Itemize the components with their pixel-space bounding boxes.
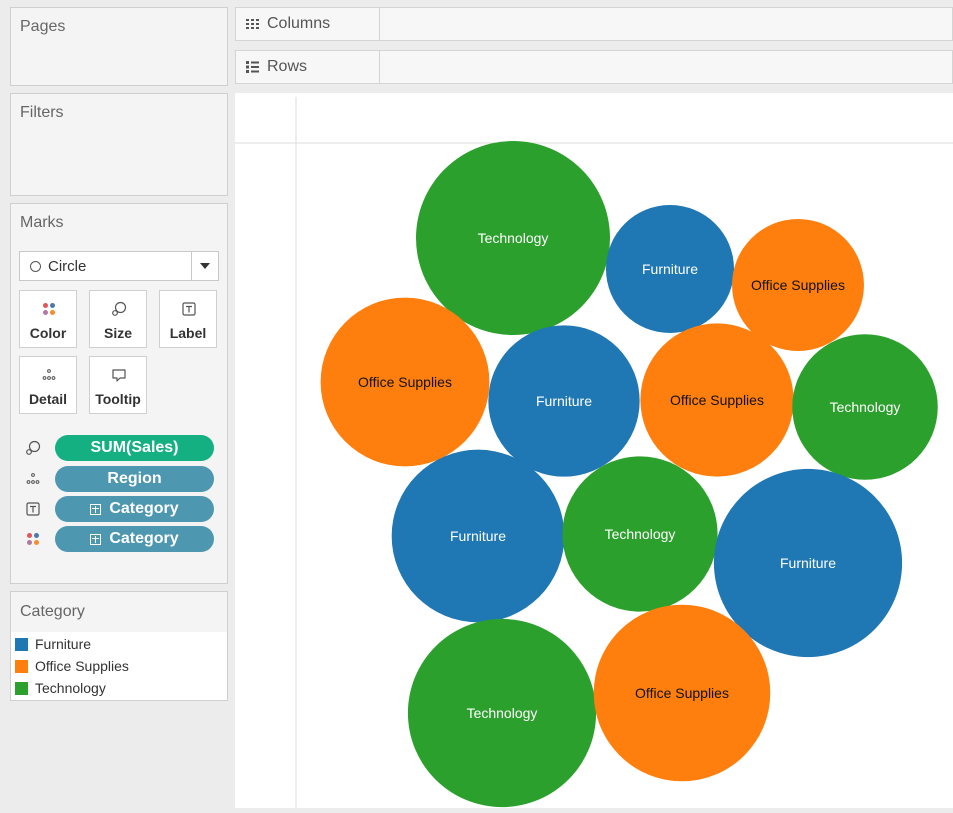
sum-sales-pill[interactable]: SUM(Sales) xyxy=(55,435,214,461)
pages-card[interactable]: Pages xyxy=(10,7,228,86)
legend-swatch xyxy=(15,637,28,651)
bubble-label: Technology xyxy=(830,399,901,415)
marks-title: Marks xyxy=(20,214,64,231)
bubble-label: Furniture xyxy=(450,528,506,544)
bubble-label: Technology xyxy=(478,230,549,246)
bubble-mark-office-supplies[interactable]: Office Supplies xyxy=(732,219,864,351)
pill-label: Category xyxy=(109,500,179,517)
packed-bubble-chart[interactable]: Technology Furniture Office Supplies Office… xyxy=(235,93,953,808)
tooltip-icon xyxy=(112,369,126,382)
bubble-label: Office Supplies xyxy=(635,685,729,701)
bubble-label: Office Supplies xyxy=(751,277,845,293)
legend-item-office-supplies[interactable]: Office Supplies xyxy=(15,658,129,674)
circle-mark-icon xyxy=(30,260,41,272)
detail-icon xyxy=(26,473,40,484)
size-label: Size xyxy=(103,325,132,341)
columns-shelf[interactable]: Columns xyxy=(235,7,953,41)
legend-swatch xyxy=(15,659,28,673)
size-icon xyxy=(112,301,127,316)
rows-label: Rows xyxy=(267,58,308,75)
pill-label: Category xyxy=(109,530,179,547)
pages-title: Pages xyxy=(20,18,66,35)
category-color-pill[interactable]: Category xyxy=(55,526,214,552)
legend-header: Category xyxy=(11,592,227,632)
category-label-pill[interactable]: Category xyxy=(55,496,214,522)
detail-pill-row: Region xyxy=(19,466,219,492)
tooltip-button[interactable]: Tooltip xyxy=(89,356,147,414)
color-pill-row: Category xyxy=(19,526,219,552)
filters-card[interactable]: Filters xyxy=(10,93,228,196)
bubble-label: Technology xyxy=(467,705,538,721)
bubble-mark-technology[interactable]: Technology xyxy=(407,618,597,808)
bubble-mark-office-supplies[interactable]: Office Supplies xyxy=(640,323,794,477)
bubble-label: Furniture xyxy=(642,261,698,277)
bubble-mark-technology[interactable]: Technology xyxy=(416,141,610,335)
color-label: Color xyxy=(29,325,67,341)
bubble-mark-technology[interactable]: Technology xyxy=(562,456,718,612)
size-icon xyxy=(26,440,41,455)
bubble-label: Furniture xyxy=(536,393,592,409)
bubble-label: Office Supplies xyxy=(358,374,452,390)
legend-item-furniture[interactable]: Furniture xyxy=(15,636,91,652)
detail-icon xyxy=(42,369,56,380)
bubble-label: Office Supplies xyxy=(670,392,764,408)
expand-icon[interactable] xyxy=(90,533,102,545)
detail-button[interactable]: Detail xyxy=(19,356,77,414)
label-label: Label xyxy=(169,325,207,341)
rows-icon xyxy=(246,61,259,73)
chevron-down-icon[interactable] xyxy=(191,252,218,280)
bubble-mark-furniture[interactable]: Furniture xyxy=(391,449,565,623)
rows-shelf[interactable]: Rows xyxy=(235,50,953,84)
bubble-mark-office-supplies[interactable]: Office Supplies xyxy=(320,297,490,467)
bubble-mark-furniture[interactable]: Furniture xyxy=(488,325,640,477)
legend-title: Category xyxy=(20,603,85,620)
filters-title: Filters xyxy=(20,104,64,121)
rows-shelf-label: Rows xyxy=(236,51,380,83)
detail-label: Detail xyxy=(28,391,68,407)
size-pill-row: SUM(Sales) xyxy=(19,435,219,461)
legend-label: Technology xyxy=(35,680,106,696)
label-pill-row: Category xyxy=(19,496,219,522)
legend-label: Furniture xyxy=(35,636,92,652)
category-legend[interactable]: Category Furniture Office Supplies Techn… xyxy=(10,591,228,701)
bubble-mark-furniture[interactable]: Furniture xyxy=(605,204,735,334)
label-button[interactable]: Label xyxy=(159,290,217,348)
text-label-icon xyxy=(26,502,40,516)
size-button[interactable]: Size xyxy=(89,290,147,348)
text-label-icon xyxy=(182,302,196,316)
columns-shelf-label: Columns xyxy=(236,8,380,40)
marks-card: Marks Circle Color Size Label Detail Too… xyxy=(10,203,228,584)
legend-item-technology[interactable]: Technology xyxy=(15,680,106,696)
columns-label: Columns xyxy=(267,15,331,32)
mark-type-dropdown[interactable]: Circle xyxy=(19,251,219,281)
legend-label: Office Supplies xyxy=(35,658,129,674)
region-pill[interactable]: Region xyxy=(55,466,214,492)
pill-label: SUM(Sales) xyxy=(90,439,179,456)
view-canvas[interactable]: Technology Furniture Office Supplies Office… xyxy=(235,93,953,808)
bubble-label: Technology xyxy=(605,526,676,542)
tooltip-label: Tooltip xyxy=(95,391,141,407)
bubble-mark-technology[interactable]: Technology xyxy=(792,334,938,480)
color-icon xyxy=(27,533,39,545)
legend-swatch xyxy=(15,681,28,695)
mark-type-label: Circle xyxy=(48,257,87,275)
bubble-mark-office-supplies[interactable]: Office Supplies xyxy=(593,604,771,782)
color-button[interactable]: Color xyxy=(19,290,77,348)
color-icon xyxy=(43,303,55,315)
pill-label: Region xyxy=(107,470,162,487)
expand-icon[interactable] xyxy=(90,503,102,515)
bubble-label: Furniture xyxy=(780,555,836,571)
columns-icon xyxy=(246,19,259,29)
